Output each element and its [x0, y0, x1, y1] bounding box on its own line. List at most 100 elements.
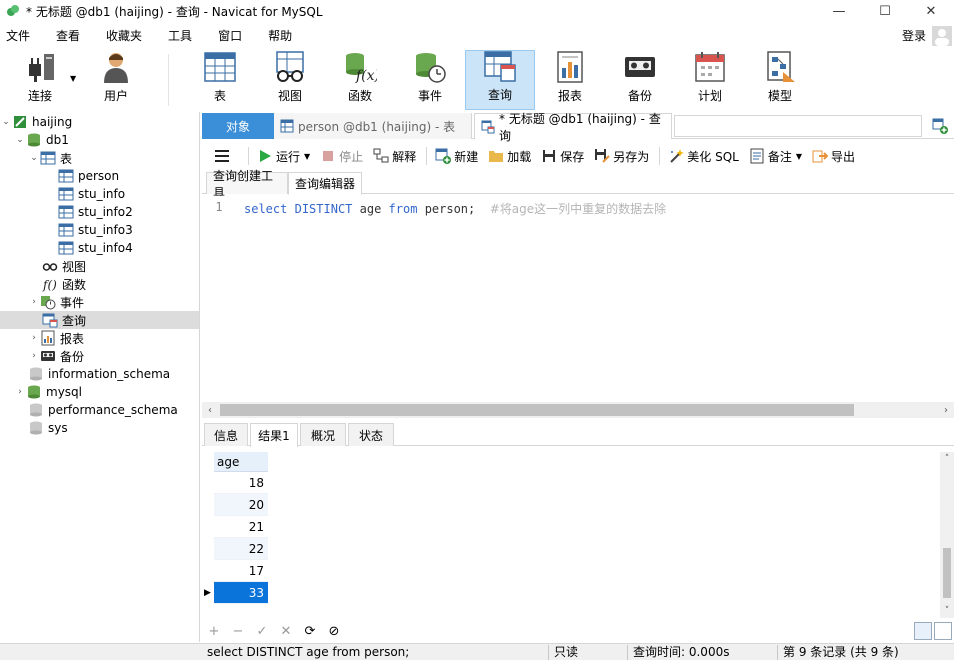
scroll-left-icon[interactable]: ‹ [202, 402, 218, 418]
delete-record-icon[interactable]: − [226, 624, 250, 639]
tab-result1[interactable]: 结果1 [250, 423, 298, 447]
table-button[interactable]: 表 [196, 50, 244, 110]
tab-objects-label: 对象 [225, 119, 250, 134]
export-button[interactable]: 导出 [812, 148, 855, 165]
tree-schema-item[interactable]: sys [0, 419, 199, 437]
explain-button[interactable]: 解释 [373, 148, 416, 165]
save-button[interactable]: 保存 [541, 148, 584, 165]
tab-objects[interactable]: 对象 [202, 113, 274, 139]
backup-button[interactable]: 备份 [616, 50, 664, 110]
tree-table-item[interactable]: person [0, 167, 199, 185]
tree-table-item[interactable]: stu_info3 [0, 221, 199, 239]
tree-schema-item[interactable]: information_schema [0, 365, 199, 383]
chevron-right-icon[interactable]: › [28, 351, 40, 361]
stop-button[interactable]: 停止 [320, 148, 363, 165]
refresh-icon[interactable]: ⟳ [298, 624, 322, 639]
tab-query-builder[interactable]: 查询创建工具 [206, 169, 288, 200]
tree-views[interactable]: 视图 [0, 257, 199, 275]
discard-x-icon[interactable]: ✕ [274, 624, 298, 639]
tree-events[interactable]: › 事件 [0, 293, 199, 311]
tree-reports[interactable]: › 报表 [0, 329, 199, 347]
tree-db-db1[interactable]: ⌄ db1 [0, 131, 199, 149]
user-avatar[interactable] [932, 26, 952, 46]
tab-query-editor[interactable]: 查询编辑器 [288, 172, 362, 195]
maximize-button[interactable]: ☐ [862, 0, 908, 22]
menu-window[interactable]: 窗口 [212, 27, 252, 44]
menu-favorites[interactable]: 收藏夹 [100, 27, 152, 44]
table-cell[interactable]: 21 [214, 516, 268, 538]
tab-info[interactable]: 信息 [204, 423, 248, 446]
chevron-down-icon[interactable]: ⌄ [14, 135, 26, 145]
sql-editor[interactable]: 1 select DISTINCT age from person; #将age… [202, 196, 954, 402]
table-cell-selected[interactable]: 33 [214, 582, 268, 604]
form-view-icon[interactable] [934, 622, 952, 640]
menu-file[interactable]: 文件 [0, 27, 40, 44]
beautify-sql-button[interactable]: 美化 SQL [668, 148, 739, 165]
view-button[interactable]: 视图 [266, 50, 314, 110]
event-button[interactable]: 事件 [406, 50, 454, 110]
run-button[interactable]: 运行 [257, 148, 300, 165]
run-dropdown-icon[interactable]: ▼ [304, 152, 310, 161]
current-row-marker-icon: ▶ [204, 588, 211, 598]
table-cell[interactable]: 20 [214, 494, 268, 516]
chevron-right-icon[interactable]: › [28, 297, 40, 307]
chevron-down-icon[interactable]: ⌄ [28, 153, 40, 163]
tree-backups[interactable]: › 备份 [0, 347, 199, 365]
function-button[interactable]: f(x) 函数 [336, 50, 384, 110]
chevron-right-icon[interactable]: › [28, 333, 40, 343]
tab-person-table[interactable]: person @db1 (haijing) - 表 [274, 113, 472, 139]
scroll-up-icon[interactable]: ˄ [940, 452, 954, 466]
tab-status[interactable]: 状态 [348, 423, 394, 446]
apply-check-icon[interactable]: ✓ [250, 624, 274, 639]
stop-circle-icon[interactable]: ⊘ [322, 624, 346, 639]
grid-view-icon[interactable] [914, 622, 932, 640]
table-cell[interactable]: 18 [214, 472, 268, 494]
tree-table-item[interactable]: stu_info [0, 185, 199, 203]
model-button[interactable]: 模型 [756, 50, 804, 110]
tab-info-label: 信息 [213, 428, 238, 443]
note-dropdown-icon[interactable]: ▼ [796, 152, 802, 161]
tree-tables-group[interactable]: ⌄ 表 [0, 149, 199, 167]
report-button[interactable]: 报表 [546, 50, 594, 110]
login-link[interactable]: 登录 [902, 27, 926, 44]
tab-profile[interactable]: 概况 [300, 423, 346, 446]
grid-vertical-scrollbar[interactable]: ˄ ˅ [940, 452, 954, 618]
add-record-icon[interactable]: + [202, 624, 226, 639]
menu-view[interactable]: 查看 [50, 27, 90, 44]
table-cell[interactable]: 17 [214, 560, 268, 582]
tab-query[interactable]: * 无标题 @db1 (haijing) - 查询 [474, 112, 672, 143]
new-tab-icon[interactable] [932, 118, 948, 134]
scroll-right-icon[interactable]: › [938, 402, 954, 418]
query-button[interactable]: 查询 [465, 50, 535, 110]
connect-button[interactable]: 连接 [14, 50, 66, 110]
sql-code-line[interactable]: select DISTINCT age from person; #将age这一… [244, 200, 666, 217]
tree-queries[interactable]: 查询 [0, 311, 199, 329]
tree-table-item[interactable]: stu_info2 [0, 203, 199, 221]
tree-connection-haijing[interactable]: ⌄ haijing [0, 113, 199, 131]
column-header-age[interactable]: age [214, 452, 268, 472]
chevron-right-icon[interactable]: › [14, 387, 26, 397]
note-button[interactable]: 备注 [749, 148, 792, 165]
chevron-down-icon[interactable]: ⌄ [0, 117, 12, 127]
tree-schema-item[interactable]: performance_schema [0, 401, 199, 419]
tree-functions[interactable]: f() 函数 [0, 275, 199, 293]
tree-schema-item[interactable]: › mysql [0, 383, 199, 401]
scroll-down-icon[interactable]: ˅ [940, 604, 954, 618]
load-button[interactable]: 加载 [488, 148, 531, 165]
table-cell[interactable]: 22 [214, 538, 268, 560]
scrollbar-thumb[interactable] [943, 548, 951, 598]
menu-tools[interactable]: 工具 [162, 27, 202, 44]
schedule-button[interactable]: 计划 [686, 50, 734, 110]
user-button[interactable]: 用户 [90, 50, 142, 110]
connect-dropdown-icon[interactable]: ▼ [70, 74, 76, 83]
stop-icon [320, 148, 336, 164]
new-query-button[interactable]: 新建 [435, 148, 478, 165]
scrollbar-thumb[interactable] [220, 404, 854, 416]
tree-table-item[interactable]: stu_info4 [0, 239, 199, 257]
minimize-button[interactable]: — [816, 0, 862, 22]
editor-horizontal-scrollbar[interactable]: ‹ › [202, 402, 954, 418]
menu-help[interactable]: 帮助 [262, 27, 302, 44]
save-as-button[interactable]: 另存为 [594, 148, 649, 165]
hamburger-menu-icon[interactable] [214, 149, 230, 163]
close-button[interactable]: ✕ [908, 0, 954, 22]
